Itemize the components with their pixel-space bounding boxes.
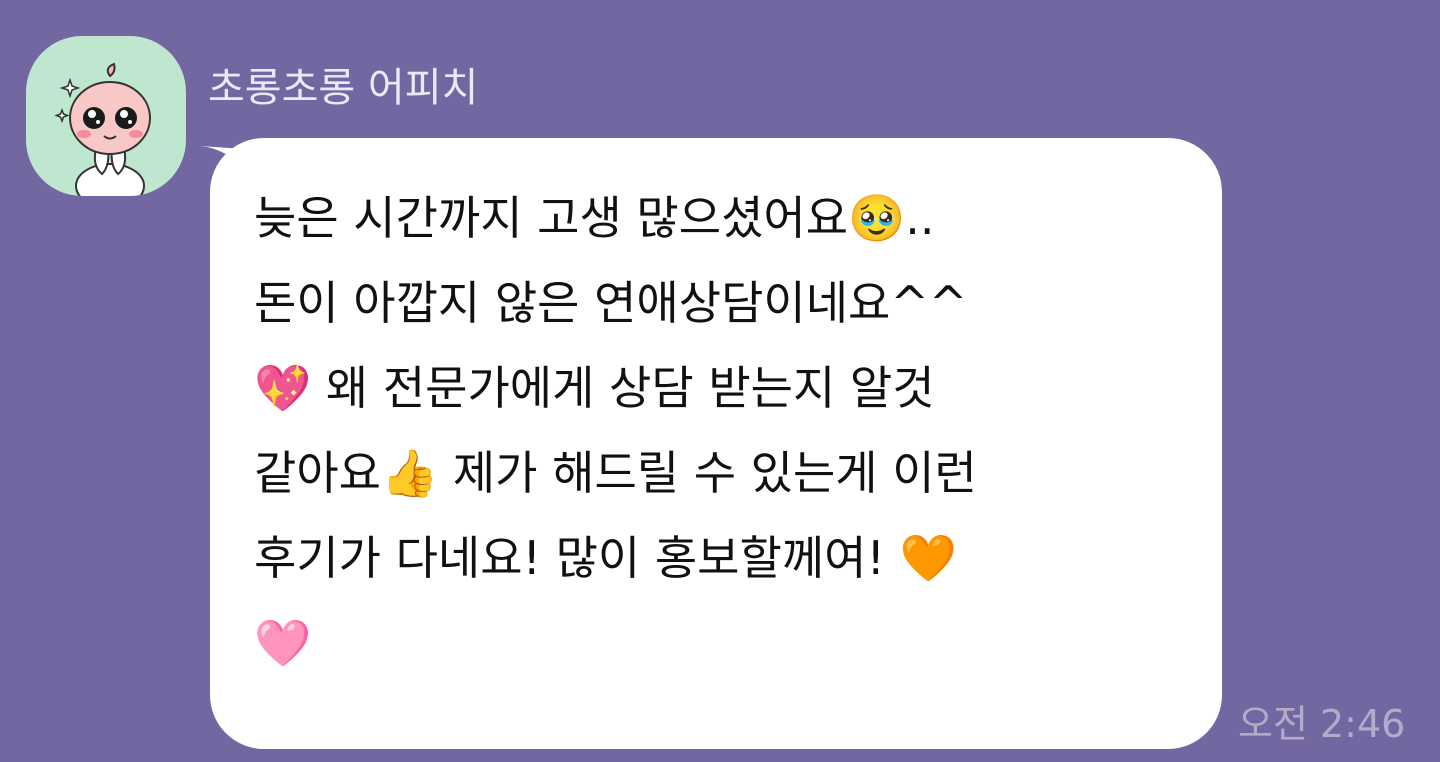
sender-avatar[interactable] — [26, 36, 186, 196]
sender-name: 초롱초롱 어피치 — [208, 65, 479, 111]
message-text: 늦은 시간까지 고생 많으셨어요🥹.. 돈이 아깝지 않은 연애상담이네요^^ … — [254, 191, 977, 670]
message-bubble[interactable]: 늦은 시간까지 고생 많으셨어요🥹.. 돈이 아깝지 않은 연애상담이네요^^ … — [210, 138, 1222, 749]
apeach-character-icon — [54, 62, 151, 196]
message-timestamp: 오전 2:46 — [1238, 702, 1406, 746]
